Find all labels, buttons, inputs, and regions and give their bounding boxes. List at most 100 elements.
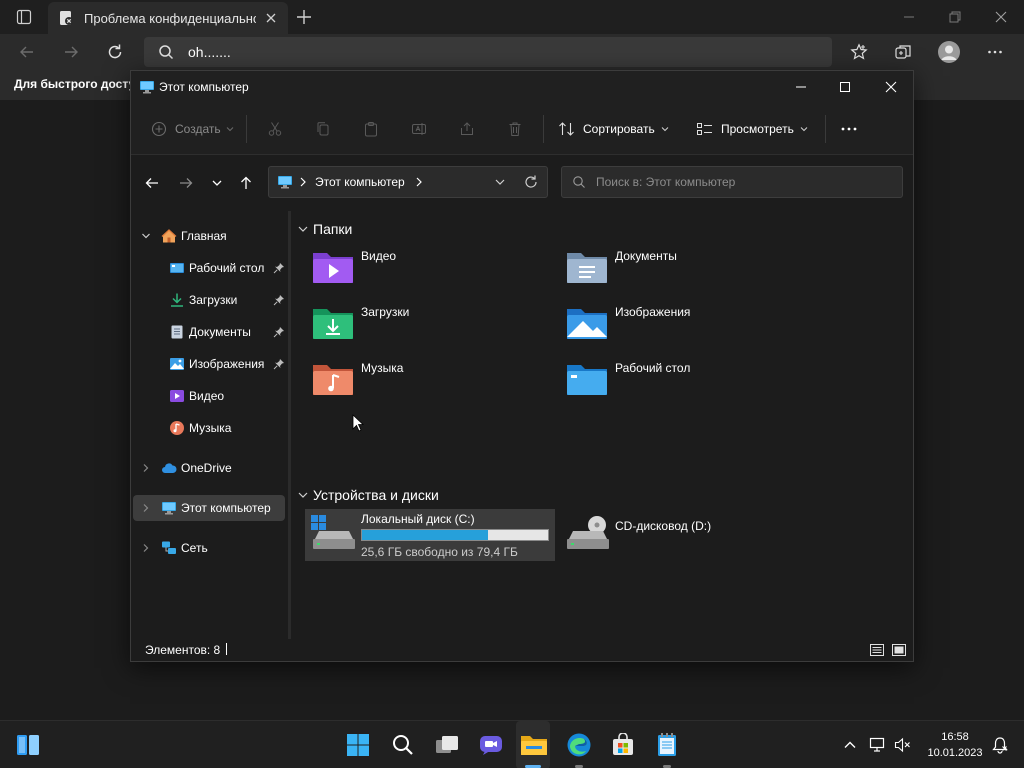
sidebar-item-label: Этот компьютер: [181, 501, 271, 515]
cut-button[interactable]: [265, 117, 285, 141]
url-field[interactable]: oh.......: [144, 37, 832, 67]
browser-forward-button[interactable]: [60, 42, 82, 62]
music-icon: [170, 421, 184, 435]
search-field[interactable]: Поиск в: Этот компьютер: [561, 166, 903, 198]
explorer-minimize-button[interactable]: [789, 76, 813, 98]
browser-restore-button[interactable]: [944, 6, 966, 28]
sidebar-item-onedrive[interactable]: OneDrive: [133, 455, 285, 481]
picture-icon: [170, 358, 184, 370]
desktop-icon: [170, 263, 184, 273]
folder-tile-music[interactable]: Музыка: [305, 355, 555, 403]
edge-browser-icon[interactable]: [565, 731, 593, 759]
browser-tab[interactable]: Проблема конфиденциальности: [48, 2, 288, 34]
browser-minimize-button[interactable]: [898, 6, 920, 28]
details-view-icon[interactable]: [869, 642, 885, 658]
trash-icon: [505, 119, 525, 139]
back-button[interactable]: [141, 173, 163, 193]
file-explorer-taskbar-icon[interactable]: [520, 731, 548, 759]
breadcrumb[interactable]: Этот компьютер: [315, 175, 405, 189]
task-view-icon[interactable]: [433, 731, 461, 759]
sidebar-item-pictures[interactable]: Изображения: [133, 351, 285, 377]
new-tab-button[interactable]: [294, 7, 314, 27]
pin-icon[interactable]: [273, 262, 285, 274]
notepad-icon[interactable]: [653, 731, 681, 759]
address-bar[interactable]: Этот компьютер: [268, 166, 548, 198]
warning-page-icon: [60, 11, 73, 25]
drive-tile-d[interactable]: CD-дисковод (D:): [559, 509, 809, 561]
folder-tile-desktop[interactable]: Рабочий стол: [559, 355, 809, 403]
browser-back-button[interactable]: [16, 42, 38, 62]
rename-button[interactable]: [409, 117, 429, 141]
folder-label: Изображения: [615, 305, 691, 319]
start-button-icon[interactable]: [344, 731, 372, 759]
pin-icon[interactable]: [273, 358, 285, 370]
create-button[interactable]: Создать: [149, 117, 234, 141]
share-button[interactable]: [457, 117, 477, 141]
delete-button[interactable]: [505, 117, 525, 141]
pin-icon[interactable]: [273, 294, 285, 306]
pin-icon[interactable]: [273, 326, 285, 338]
folder-tile-pictures[interactable]: Изображения: [559, 299, 809, 347]
sidebar-item-documents[interactable]: Документы: [133, 319, 285, 345]
drive-name: Локальный диск (C:): [361, 512, 475, 526]
recent-locations-button[interactable]: [206, 173, 228, 193]
address-history-dropdown-icon[interactable]: [493, 175, 507, 189]
widgets-icon[interactable]: [14, 731, 42, 759]
clipboard-icon: [361, 119, 381, 139]
notifications-icon[interactable]: [986, 731, 1014, 759]
sort-button[interactable]: Сортировать: [557, 117, 669, 141]
view-button[interactable]: Просмотреть: [695, 117, 808, 141]
search-icon[interactable]: [389, 731, 417, 759]
sidebar-item-network[interactable]: Сеть: [133, 535, 285, 561]
large-icons-view-icon[interactable]: [891, 642, 907, 658]
browser-close-button[interactable]: [990, 6, 1012, 28]
status-bar: Элементов: 8: [131, 639, 913, 661]
teams-chat-icon[interactable]: [477, 731, 505, 759]
paste-button[interactable]: [361, 117, 381, 141]
forward-button[interactable]: [175, 173, 197, 193]
devices-group-header[interactable]: Устройства и диски: [297, 487, 439, 503]
folder-tile-videos[interactable]: Видео: [305, 243, 555, 291]
tab-actions-icon[interactable]: [10, 6, 38, 28]
sidebar-item-music[interactable]: Музыка: [133, 415, 285, 441]
up-button[interactable]: [235, 173, 257, 193]
folder-tile-documents[interactable]: Документы: [559, 243, 809, 291]
folders-group-header[interactable]: Папки: [297, 221, 352, 237]
chevron-up-icon[interactable]: [836, 731, 864, 759]
sidebar-item-this-pc[interactable]: Этот компьютер: [133, 495, 285, 521]
content-pane: Папки Видео Документы Загрузки Изображен…: [291, 209, 913, 639]
explorer-close-button[interactable]: [879, 76, 903, 98]
chevron-right-icon[interactable]: [141, 543, 151, 553]
folder-tile-downloads[interactable]: Загрузки: [305, 299, 555, 347]
close-tab-icon[interactable]: [264, 11, 278, 25]
network-icon[interactable]: [864, 731, 892, 759]
more-menu-icon[interactable]: [984, 41, 1006, 63]
favorite-star-button[interactable]: [848, 41, 870, 63]
folder-label: Загрузки: [361, 305, 410, 319]
toolbar-divider: [543, 115, 544, 143]
share-icon: [457, 119, 477, 139]
system-clock[interactable]: 16:58 10.01.2023: [920, 729, 990, 761]
sidebar-item-downloads[interactable]: Загрузки: [133, 287, 285, 313]
scissors-icon: [265, 119, 285, 139]
profile-avatar[interactable]: [938, 41, 960, 63]
see-more-button[interactable]: [839, 117, 859, 141]
browser-tab-bar: Проблема конфиденциальности: [0, 0, 1024, 34]
pictures-folder-icon: [567, 309, 607, 339]
this-pc-icon: [278, 176, 292, 189]
explorer-maximize-button[interactable]: [833, 76, 857, 98]
sidebar-item-videos[interactable]: Видео: [133, 383, 285, 409]
copy-button[interactable]: [313, 117, 333, 141]
chevron-down-icon[interactable]: [141, 231, 151, 241]
microsoft-store-icon[interactable]: [609, 731, 637, 759]
chevron-right-icon[interactable]: [141, 463, 151, 473]
drive-tile-c[interactable]: Локальный диск (C:) 25,6 ГБ свободно из …: [305, 509, 555, 561]
volume-muted-icon[interactable]: [889, 731, 917, 759]
sidebar-item-desktop[interactable]: Рабочий стол: [133, 255, 285, 281]
refresh-icon[interactable]: [523, 174, 539, 190]
chevron-right-icon[interactable]: [141, 503, 151, 513]
sidebar-item-home[interactable]: Главная: [133, 223, 285, 249]
browser-reload-button[interactable]: [104, 42, 126, 62]
collections-button[interactable]: [892, 41, 914, 63]
file-explorer-window: Этот компьютер Создать Сортировать Просм…: [130, 70, 914, 662]
